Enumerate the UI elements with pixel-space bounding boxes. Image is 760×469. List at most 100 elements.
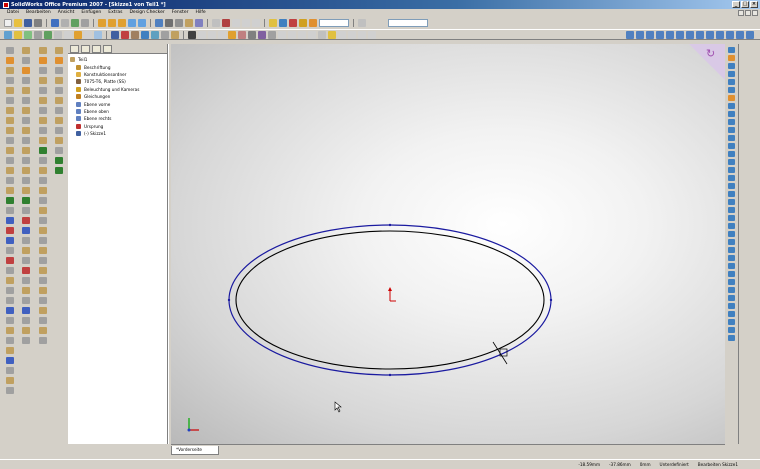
tool-icon[interactable] [55,137,63,144]
tree-item[interactable]: Ebene vorne [70,100,165,107]
tool-icon[interactable] [727,135,735,141]
tool-icon[interactable] [727,191,735,197]
filter-face-icon[interactable] [218,30,226,39]
view-tab[interactable]: *Vorderseite [171,446,219,455]
wireframe-icon[interactable] [165,18,173,27]
link-views-icon[interactable] [736,30,744,39]
tool-icon[interactable] [22,327,30,334]
stop-icon[interactable] [121,30,129,39]
tool-icon[interactable] [727,95,735,101]
tool-icon[interactable] [55,57,63,64]
bottom-view-icon[interactable] [676,30,684,39]
tool-icon[interactable] [39,67,47,74]
ellipse-point-right[interactable] [549,298,553,302]
tool-icon[interactable] [6,317,14,324]
tool-icon[interactable] [6,217,14,224]
filter-vertex-icon[interactable] [198,30,206,39]
tool-icon[interactable] [55,147,63,154]
doc-close-button[interactable] [752,10,758,16]
new-document-icon[interactable] [4,18,12,27]
tool-icon[interactable] [6,277,14,284]
rebuild-icon[interactable] [71,18,79,27]
open-folder-icon[interactable] [14,18,22,27]
tool-icon[interactable] [39,287,47,294]
tool-icon[interactable] [22,297,30,304]
ellipse-point-bottom[interactable] [388,373,392,377]
tool-icon[interactable] [6,77,14,84]
tool-icon[interactable] [6,147,14,154]
tool-icon[interactable] [39,47,47,54]
tool-icon[interactable] [55,107,63,114]
tool-icon[interactable] [727,335,735,341]
tool-icon[interactable] [6,107,14,114]
tool-icon[interactable] [39,87,47,94]
tool-icon[interactable] [22,207,30,214]
tree-item[interactable]: Konstruktionsordner [70,71,165,78]
tool-icon[interactable] [39,327,47,334]
play-icon[interactable] [111,30,119,39]
tool-icon[interactable] [39,137,47,144]
tool-icon[interactable] [727,295,735,301]
ellipse-point-left[interactable] [227,298,231,302]
smart-dimension-icon[interactable] [222,18,230,27]
tool-icon[interactable] [39,217,47,224]
tool-icon[interactable] [39,237,47,244]
tool-icon[interactable] [727,55,735,61]
custom-icon[interactable] [171,30,179,39]
tool-icon[interactable] [55,157,63,164]
tool-icon[interactable] [22,147,30,154]
tool-icon[interactable] [6,347,14,354]
tool-icon[interactable] [6,87,14,94]
tool-icon[interactable] [6,167,14,174]
four-view-icon[interactable] [726,30,734,39]
standard-views-icon[interactable] [155,18,163,27]
tool-icon[interactable] [22,137,30,144]
rectangle-icon[interactable] [242,18,250,27]
tool-icon[interactable] [22,67,30,74]
tool-icon[interactable] [6,387,14,394]
tool-icon[interactable] [39,257,47,264]
tool-icon[interactable] [6,247,14,254]
tool-icon[interactable] [22,127,30,134]
tool-icon[interactable] [6,327,14,334]
tool-icon[interactable] [727,167,735,173]
tree-item[interactable]: Beleuchtung und Kameras [70,86,165,93]
tool-icon[interactable] [727,327,735,333]
save-icon[interactable] [24,18,32,27]
tool-icon[interactable] [6,357,14,364]
tool-icon[interactable] [22,187,30,194]
top-view-icon[interactable] [666,30,674,39]
tree-item[interactable]: Beschriftung [70,63,165,70]
tree-item[interactable]: Ebene oben [70,108,165,115]
right-view-icon[interactable] [656,30,664,39]
tool-icon[interactable] [39,57,47,64]
tool-icon[interactable] [39,187,47,194]
tool-icon[interactable] [6,297,14,304]
tree-item[interactable]: Gleichungen [70,93,165,100]
features-icon[interactable] [269,18,277,27]
tool-icon[interactable] [39,227,47,234]
tool-icon[interactable] [39,157,47,164]
select-icon[interactable] [61,18,69,27]
tool-icon[interactable] [727,311,735,317]
filter-weld-icon[interactable] [318,30,326,39]
filter-plane-icon[interactable] [288,30,296,39]
copy-icon[interactable] [84,30,92,39]
tool-icon[interactable] [6,157,14,164]
record-icon[interactable] [131,30,139,39]
tool-icon[interactable] [727,127,735,133]
maximize-button[interactable]: □ [741,1,749,8]
sketch-mode-icon[interactable] [4,30,12,39]
close-button[interactable]: × [750,1,758,8]
tool-icon[interactable] [6,197,14,204]
tree-item[interactable]: (-) Skizze1 [70,130,165,137]
circle-icon[interactable] [252,18,260,27]
tool-icon[interactable] [22,337,30,344]
iso-view-icon[interactable] [686,30,694,39]
undo-icon[interactable] [51,18,59,27]
tool-icon[interactable] [727,279,735,285]
options-icon[interactable] [81,18,89,27]
tool-icon[interactable] [727,215,735,221]
check-icon[interactable] [44,30,52,39]
menu-tools[interactable]: Extras [107,10,123,15]
